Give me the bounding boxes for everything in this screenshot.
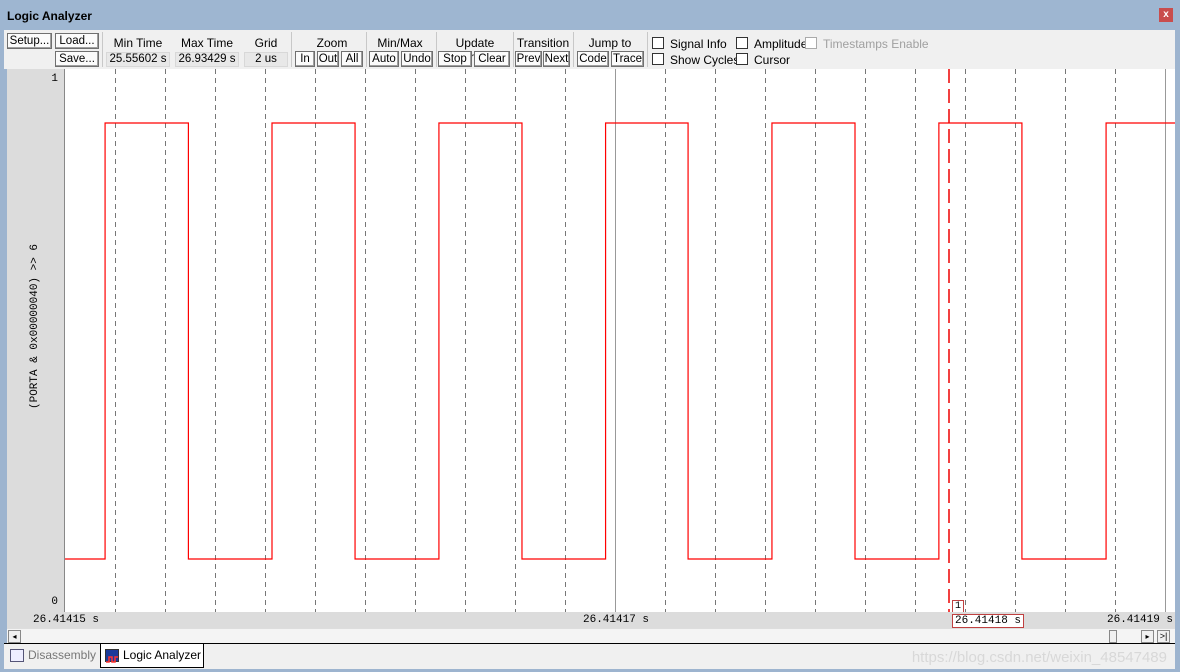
title-bar: Logic Analyzer x <box>0 0 1180 30</box>
tab-label: Disassembly <box>28 648 97 662</box>
show-cycles-checkbox[interactable] <box>652 53 664 65</box>
max-time-label: Max Time <box>180 36 233 50</box>
timestamps-checkbox[interactable] <box>805 37 817 49</box>
save-button[interactable]: Save... <box>55 51 99 67</box>
scroll-right-button[interactable]: ▸ <box>1141 630 1154 643</box>
logic-analyzer-icon <box>105 649 119 663</box>
signal-name[interactable]: (PORTA & 0x00000040) >> 6 <box>29 244 41 409</box>
cursor-label: Cursor <box>754 53 791 67</box>
min-time-value: 25.55602 s <box>106 52 170 67</box>
min-time-label: Min Time <box>113 36 163 50</box>
scroll-end-button[interactable]: >| <box>1157 630 1170 643</box>
load-button[interactable]: Load... <box>55 33 99 49</box>
max-time-value: 26.93429 s <box>175 52 239 67</box>
jump-to-label: Jump to <box>588 36 632 50</box>
amplitude-label: Amplitude <box>754 37 808 51</box>
transition-label: Transition <box>516 36 570 50</box>
disassembly-icon <box>10 649 24 662</box>
logic-analyzer-plot: 1 (PORTA & 0x00000040) >> 6 0 1 26.41415… <box>7 69 1175 643</box>
tab-disassembly[interactable]: Disassembly <box>6 644 98 668</box>
undo-button[interactable]: Undo <box>401 51 433 67</box>
y-min-label: 0 <box>51 596 58 608</box>
signal-info-label: Signal Info <box>670 37 727 51</box>
auto-button[interactable]: Auto <box>369 51 399 67</box>
minmax-label: Min/Max <box>377 36 423 50</box>
signal-info-checkbox[interactable] <box>652 37 664 49</box>
zoom-out-button[interactable]: Out <box>317 51 339 67</box>
scroll-thumb[interactable] <box>1109 630 1117 643</box>
grid-label: Grid <box>254 36 278 50</box>
tab-bar: Disassembly Logic Analyzer https://blog.… <box>4 643 1175 669</box>
scroll-left-button[interactable]: ◂ <box>8 630 21 643</box>
waveform-area[interactable] <box>65 69 1175 612</box>
y-max-label: 1 <box>51 73 58 85</box>
timestamps-label: Timestamps Enable <box>823 37 929 51</box>
zoom-in-button[interactable]: In <box>295 51 315 67</box>
setup-button[interactable]: Setup... <box>7 33 52 49</box>
jump-code-button[interactable]: Code <box>577 51 609 67</box>
stop-button[interactable]: Stop <box>438 51 472 67</box>
jump-trace-button[interactable]: Trace <box>611 51 644 67</box>
tab-logic-analyzer[interactable]: Logic Analyzer <box>100 644 204 668</box>
zoom-label: Zoom <box>316 36 348 50</box>
grid-value: 2 us <box>244 52 288 67</box>
window-title: Logic Analyzer <box>7 9 92 23</box>
horizontal-scrollbar[interactable]: ◂ ▸ >| <box>7 628 1175 643</box>
signal-waveform <box>65 122 1175 560</box>
tab-label: Logic Analyzer <box>123 648 202 662</box>
cursor-checkbox[interactable] <box>736 53 748 65</box>
toolbar: Setup... Load... Save... Min Time 25.556… <box>4 30 1175 69</box>
time-label-end: 26.41419 s <box>1107 614 1174 626</box>
time-label-start: 26.41415 s <box>33 614 100 626</box>
watermark: https://blog.csdn.net/weixin_48547489 <box>911 649 1167 666</box>
cursor-time: 26.41418 s <box>952 614 1025 628</box>
clear-button[interactable]: Clear <box>474 51 510 67</box>
time-label-mid: 26.41417 s <box>583 614 650 626</box>
signal-sidebar: 1 (PORTA & 0x00000040) >> 6 0 <box>7 69 65 612</box>
time-axis: 26.41415 s 26.41417 s 26.41419 s 26.4141… <box>7 612 1175 628</box>
close-button[interactable]: x <box>1159 8 1173 22</box>
show-cycles-label: Show Cycles <box>670 53 740 67</box>
next-button[interactable]: Next <box>543 51 570 67</box>
amplitude-checkbox[interactable] <box>736 37 748 49</box>
prev-button[interactable]: Prev <box>515 51 542 67</box>
zoom-all-button[interactable]: All <box>341 51 363 67</box>
